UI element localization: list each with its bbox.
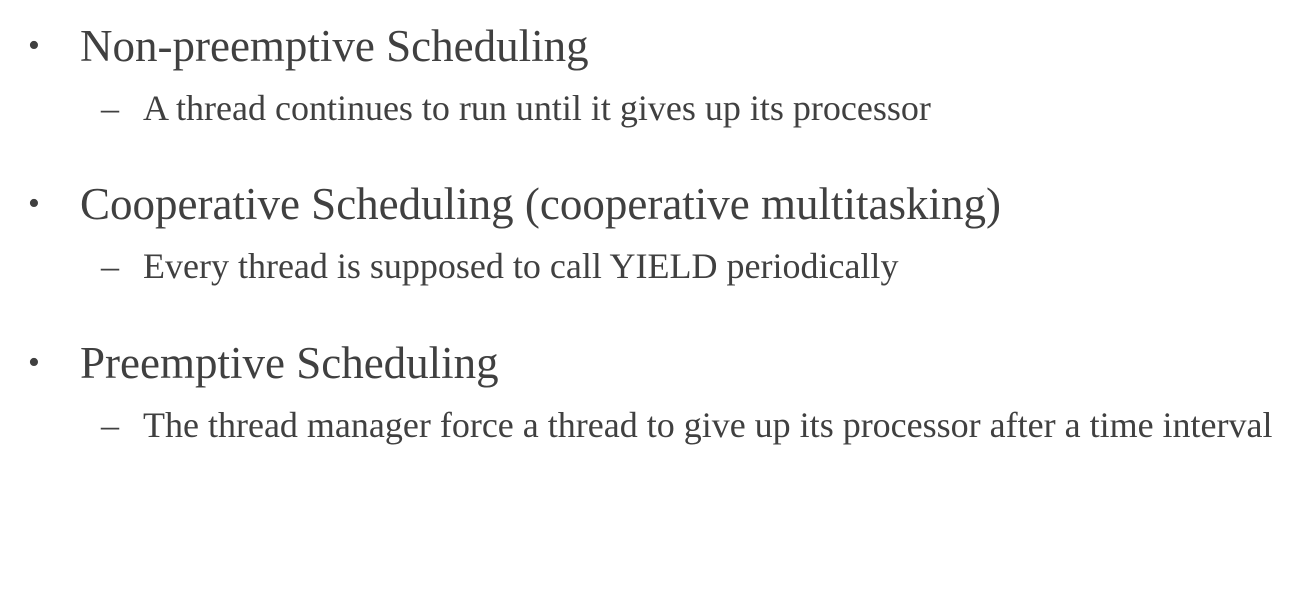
bullet-heading-row: • Cooperative Scheduling (cooperative mu… — [0, 176, 1308, 232]
bullet-icon: • — [28, 344, 40, 381]
bullet-icon: • — [28, 185, 40, 222]
bullet-item-cooperative: • Cooperative Scheduling (cooperative mu… — [0, 176, 1308, 295]
bullet-item-non-preemptive: • Non-preemptive Scheduling – A thread c… — [0, 18, 1308, 137]
sub-bullet-row: – Every thread is supposed to call YIELD… — [0, 238, 1308, 295]
slide: • Non-preemptive Scheduling – A thread c… — [0, 0, 1308, 596]
sub-bullet-text: A thread continues to run until it gives… — [143, 88, 931, 128]
bullet-heading: Non-preemptive Scheduling — [80, 21, 589, 71]
sub-bullet-row: – A thread continues to run until it giv… — [0, 80, 1308, 137]
sub-bullet-text: Every thread is supposed to call YIELD p… — [143, 246, 899, 286]
bullet-item-preemptive: • Preemptive Scheduling – The thread man… — [0, 335, 1308, 454]
sub-bullet-row: – The thread manager force a thread to g… — [0, 397, 1308, 454]
sub-bullet-text: The thread manager force a thread to giv… — [143, 405, 1273, 445]
bullet-heading-row: • Preemptive Scheduling — [0, 335, 1308, 391]
dash-icon: – — [101, 246, 119, 286]
dash-icon: – — [101, 88, 119, 128]
bullet-heading-row: • Non-preemptive Scheduling — [0, 18, 1308, 74]
dash-icon: – — [101, 405, 119, 445]
bullet-heading: Cooperative Scheduling (cooperative mult… — [80, 179, 1002, 229]
bullet-icon: • — [28, 27, 40, 64]
bullet-heading: Preemptive Scheduling — [80, 338, 499, 388]
